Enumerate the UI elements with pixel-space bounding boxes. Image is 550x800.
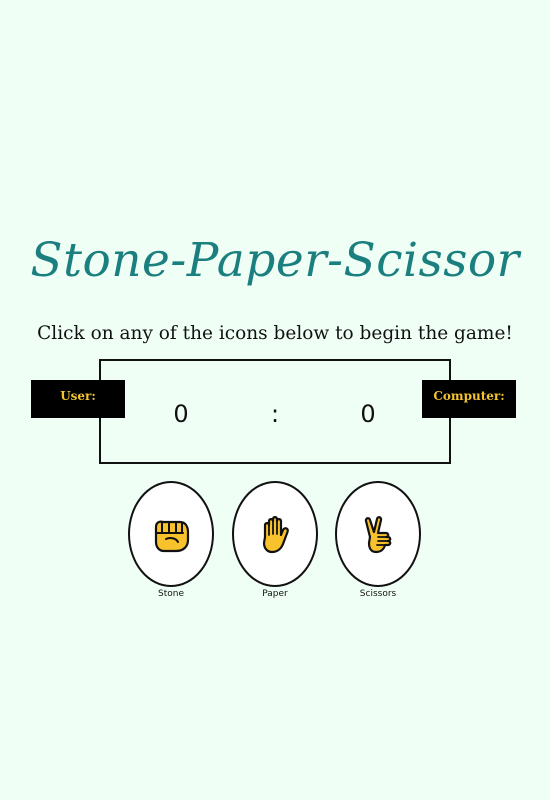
computer-score: 0	[360, 400, 376, 428]
score-separator: :	[270, 400, 280, 428]
stone-button[interactable]	[128, 481, 214, 587]
user-score: 0	[173, 400, 189, 428]
raised-hand-icon	[262, 516, 289, 554]
fist-icon	[154, 520, 190, 553]
instruction-text: Click on any of the icons below to begin…	[37, 323, 513, 344]
scissors-label: Scissors	[359, 589, 397, 599]
paper-label: Paper	[262, 589, 288, 599]
victory-hand-icon	[364, 516, 392, 554]
scissors-button[interactable]	[335, 481, 421, 587]
computer-label-badge: Computer:	[422, 380, 516, 418]
page-title: Stone-Paper-Scissor	[30, 233, 520, 288]
paper-button[interactable]	[232, 481, 318, 587]
stone-label: Stone	[158, 589, 184, 599]
user-label-badge: User:	[31, 380, 125, 418]
